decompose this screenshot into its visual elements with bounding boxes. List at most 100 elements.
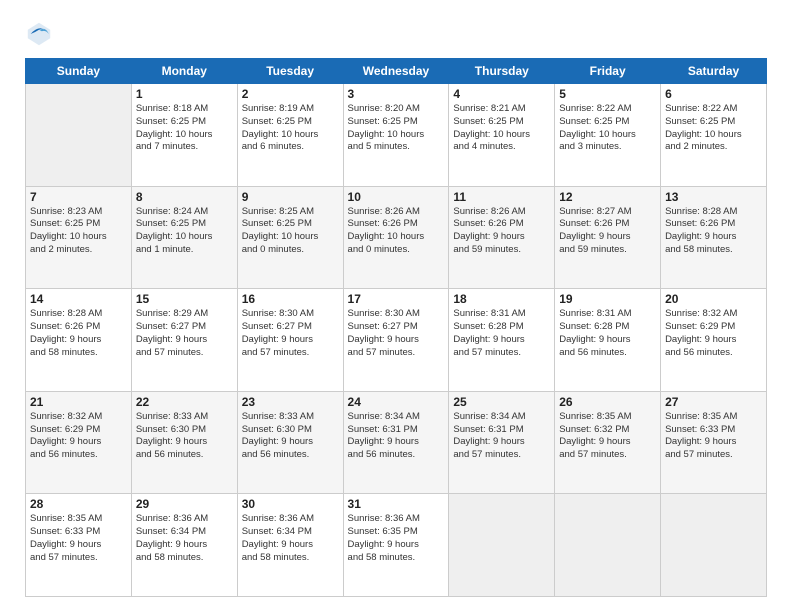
day-info: Sunrise: 8:31 AM Sunset: 6:28 PM Dayligh… [453,308,550,359]
calendar-cell: 5 Sunrise: 8:22 AM Sunset: 6:25 PM Daylig… [555,84,661,187]
day-number: 21 [30,395,127,409]
day-info: Sunrise: 8:31 AM Sunset: 6:28 PM Dayligh… [559,308,656,359]
calendar-cell: 3 Sunrise: 8:20 AM Sunset: 6:25 PM Daylig… [343,84,449,187]
calendar-cell: 15Sunrise: 8:29 AM Sunset: 6:27 PM Dayli… [131,289,237,392]
day-info: Sunrise: 8:18 AM Sunset: 6:25 PM Dayligh… [136,103,233,154]
day-info: Sunrise: 8:32 AM Sunset: 6:29 PM Dayligh… [30,411,127,462]
calendar-cell: 17 Sunrise: 8:30 AM Sunset: 6:27 PM Dayli… [343,289,449,392]
day-number: 4 [453,87,550,101]
calendar-cell: 20 Sunrise: 8:32 AM Sunset: 6:29 PM Dayli… [661,289,767,392]
calendar-cell: 26 Sunrise: 8:35 AM Sunset: 6:32 PM Dayli… [555,391,661,494]
day-number: 28 [30,497,127,511]
day-number: 29 [136,497,233,511]
day-info: Sunrise: 8:34 AM Sunset: 6:31 PM Dayligh… [453,411,550,462]
day-info: Sunrise: 8:25 AM Sunset: 6:25 PM Dayligh… [242,206,339,257]
calendar-cell: 11 Sunrise: 8:26 AM Sunset: 6:26 PM Dayli… [449,186,555,289]
day-number: 6 [665,87,762,101]
calendar: SundayMondayTuesdayWednesdayThursdayFrid… [25,58,767,597]
day-info: Sunrise: 8:35 AM Sunset: 6:32 PM Dayligh… [559,411,656,462]
day-number: 11 [453,190,550,204]
calendar-cell: 16Sunrise: 8:30 AM Sunset: 6:27 PM Dayli… [237,289,343,392]
day-info: Sunrise: 8:26 AM Sunset: 6:26 PM Dayligh… [348,206,445,257]
header [25,20,767,48]
day-number: 9 [242,190,339,204]
weekday-header: Friday [555,59,661,84]
calendar-cell [661,494,767,597]
day-info: Sunrise: 8:28 AM Sunset: 6:26 PM Dayligh… [665,206,762,257]
day-info: Sunrise: 8:36 AM Sunset: 6:35 PM Dayligh… [348,513,445,564]
calendar-cell: 23 Sunrise: 8:33 AM Sunset: 6:30 PM Dayli… [237,391,343,494]
calendar-cell: 13 Sunrise: 8:28 AM Sunset: 6:26 PM Dayli… [661,186,767,289]
calendar-cell: 30 Sunrise: 8:36 AM Sunset: 6:34 PM Dayli… [237,494,343,597]
day-number: 8 [136,190,233,204]
day-info: Sunrise: 8:33 AM Sunset: 6:30 PM Dayligh… [136,411,233,462]
calendar-body: 1 Sunrise: 8:18 AM Sunset: 6:25 PM Daylig… [26,84,767,597]
calendar-cell: 21 Sunrise: 8:32 AM Sunset: 6:29 PM Dayli… [26,391,132,494]
day-number: 22 [136,395,233,409]
calendar-cell: 12Sunrise: 8:27 AM Sunset: 6:26 PM Dayli… [555,186,661,289]
calendar-cell [449,494,555,597]
day-info: Sunrise: 8:36 AM Sunset: 6:34 PM Dayligh… [242,513,339,564]
calendar-cell: 27Sunrise: 8:35 AM Sunset: 6:33 PM Dayli… [661,391,767,494]
calendar-cell: 10 Sunrise: 8:26 AM Sunset: 6:26 PM Dayli… [343,186,449,289]
day-info: Sunrise: 8:23 AM Sunset: 6:25 PM Dayligh… [30,206,127,257]
day-number: 30 [242,497,339,511]
header-row: SundayMondayTuesdayWednesdayThursdayFrid… [26,59,767,84]
calendar-cell: 9 Sunrise: 8:25 AM Sunset: 6:25 PM Daylig… [237,186,343,289]
day-number: 17 [348,292,445,306]
calendar-cell: 8 Sunrise: 8:24 AM Sunset: 6:25 PM Daylig… [131,186,237,289]
calendar-week: 1 Sunrise: 8:18 AM Sunset: 6:25 PM Daylig… [26,84,767,187]
calendar-cell [555,494,661,597]
day-number: 3 [348,87,445,101]
calendar-cell: 19 Sunrise: 8:31 AM Sunset: 6:28 PM Dayli… [555,289,661,392]
weekday-header: Tuesday [237,59,343,84]
calendar-cell: 18Sunrise: 8:31 AM Sunset: 6:28 PM Dayli… [449,289,555,392]
day-number: 23 [242,395,339,409]
day-info: Sunrise: 8:33 AM Sunset: 6:30 PM Dayligh… [242,411,339,462]
day-info: Sunrise: 8:27 AM Sunset: 6:26 PM Dayligh… [559,206,656,257]
day-info: Sunrise: 8:22 AM Sunset: 6:25 PM Dayligh… [559,103,656,154]
day-info: Sunrise: 8:24 AM Sunset: 6:25 PM Dayligh… [136,206,233,257]
calendar-cell: 29Sunrise: 8:36 AM Sunset: 6:34 PM Dayli… [131,494,237,597]
calendar-cell [26,84,132,187]
weekday-header: Sunday [26,59,132,84]
day-number: 20 [665,292,762,306]
day-info: Sunrise: 8:30 AM Sunset: 6:27 PM Dayligh… [348,308,445,359]
day-number: 7 [30,190,127,204]
day-info: Sunrise: 8:34 AM Sunset: 6:31 PM Dayligh… [348,411,445,462]
day-number: 10 [348,190,445,204]
day-number: 24 [348,395,445,409]
calendar-header: SundayMondayTuesdayWednesdayThursdayFrid… [26,59,767,84]
logo-icon [25,20,53,48]
day-info: Sunrise: 8:35 AM Sunset: 6:33 PM Dayligh… [30,513,127,564]
calendar-cell: 28 Sunrise: 8:35 AM Sunset: 6:33 PM Dayli… [26,494,132,597]
day-number: 1 [136,87,233,101]
day-info: Sunrise: 8:26 AM Sunset: 6:26 PM Dayligh… [453,206,550,257]
weekday-header: Wednesday [343,59,449,84]
day-number: 2 [242,87,339,101]
day-number: 27 [665,395,762,409]
weekday-header: Saturday [661,59,767,84]
day-info: Sunrise: 8:21 AM Sunset: 6:25 PM Dayligh… [453,103,550,154]
logo [25,20,57,48]
calendar-cell: 14Sunrise: 8:28 AM Sunset: 6:26 PM Dayli… [26,289,132,392]
day-info: Sunrise: 8:32 AM Sunset: 6:29 PM Dayligh… [665,308,762,359]
day-info: Sunrise: 8:20 AM Sunset: 6:25 PM Dayligh… [348,103,445,154]
weekday-header: Thursday [449,59,555,84]
day-number: 5 [559,87,656,101]
calendar-week: 28 Sunrise: 8:35 AM Sunset: 6:33 PM Dayli… [26,494,767,597]
weekday-header: Monday [131,59,237,84]
calendar-cell: 6 Sunrise: 8:22 AM Sunset: 6:25 PM Daylig… [661,84,767,187]
day-number: 19 [559,292,656,306]
day-number: 26 [559,395,656,409]
day-info: Sunrise: 8:22 AM Sunset: 6:25 PM Dayligh… [665,103,762,154]
calendar-cell: 1 Sunrise: 8:18 AM Sunset: 6:25 PM Daylig… [131,84,237,187]
calendar-week: 21 Sunrise: 8:32 AM Sunset: 6:29 PM Dayli… [26,391,767,494]
day-number: 15 [136,292,233,306]
day-number: 31 [348,497,445,511]
calendar-cell: 22 Sunrise: 8:33 AM Sunset: 6:30 PM Dayli… [131,391,237,494]
day-number: 25 [453,395,550,409]
day-number: 16 [242,292,339,306]
day-number: 13 [665,190,762,204]
calendar-cell: 31 Sunrise: 8:36 AM Sunset: 6:35 PM Dayli… [343,494,449,597]
